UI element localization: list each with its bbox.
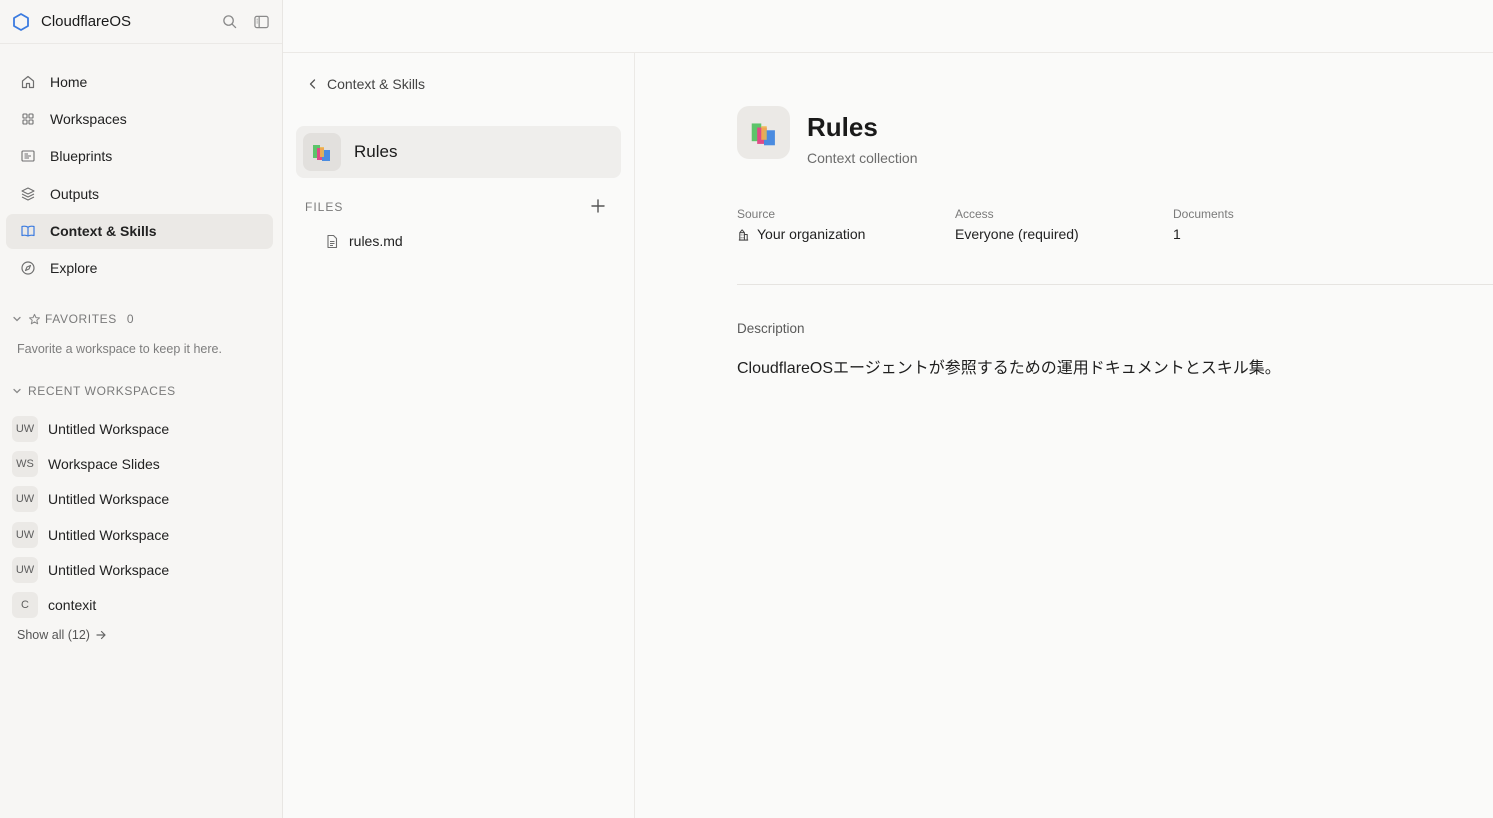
workspace-avatar: UW — [12, 486, 38, 513]
favorites-title: FAVORITES — [45, 312, 117, 326]
workspace-name: Untitled Workspace — [48, 526, 170, 543]
blueprint-icon — [20, 148, 36, 164]
arrow-right-icon — [95, 629, 107, 641]
recent-workspace-item[interactable]: UW Untitled Workspace — [12, 517, 272, 552]
home-icon — [20, 74, 36, 90]
nav-label: Outputs — [50, 185, 100, 202]
sidebar-toggle-icon[interactable] — [250, 11, 272, 33]
recent-workspace-item[interactable]: UW Untitled Workspace — [12, 482, 272, 517]
recent-workspaces-title: RECENT WORKSPACES — [28, 384, 176, 398]
nav-label: Home — [50, 73, 88, 90]
files-section-title: FILES — [305, 200, 344, 214]
search-icon[interactable] — [218, 11, 240, 33]
workspace-name: Untitled Workspace — [48, 420, 170, 437]
workspace-name: Workspace Slides — [48, 455, 160, 472]
nav-item-home[interactable]: Home — [6, 64, 273, 99]
nav-item-context-skills[interactable]: Context & Skills — [6, 213, 273, 249]
recent-workspace-item[interactable]: UW Untitled Workspace — [12, 411, 272, 446]
recent-workspaces-header[interactable]: RECENT WORKSPACES — [12, 384, 176, 398]
chevron-down-icon — [12, 386, 22, 396]
sidebar: CloudflareOS Home Workspaces Blueprints … — [0, 0, 283, 818]
divider — [737, 284, 1493, 285]
building-icon — [737, 228, 750, 241]
workspace-name: contexit — [48, 597, 97, 614]
workspace-name: Untitled Workspace — [48, 491, 170, 508]
meta-documents: Documents 1 — [1173, 207, 1234, 242]
recent-workspace-item[interactable]: WS Workspace Slides — [12, 446, 272, 481]
collection-card[interactable]: Rules — [296, 126, 621, 178]
meta-source: Source Your organization — [737, 207, 865, 242]
collection-books-icon — [737, 106, 790, 159]
back-link-label: Context & Skills — [327, 76, 426, 92]
collection-panel: Context & Skills Rules FILES rules.md — [283, 53, 635, 818]
nav-label: Workspaces — [50, 110, 127, 127]
workspace-avatar: WS — [12, 450, 38, 477]
app-title: CloudflareOS — [41, 13, 132, 30]
recent-workspace-item[interactable]: UW Untitled Workspace — [12, 552, 272, 587]
meta-label: Access — [955, 207, 994, 221]
collection-detail: Rules Context collection Source Your org… — [635, 53, 1493, 818]
layers-icon — [20, 186, 36, 202]
books-icon — [303, 133, 341, 171]
recent-workspace-item[interactable]: C contexit — [12, 587, 272, 622]
page-title: Rules — [807, 112, 878, 142]
show-all-link[interactable]: Show all (12) — [17, 628, 107, 642]
nav-item-outputs[interactable]: Outputs — [6, 176, 273, 211]
workspace-avatar: UW — [12, 521, 38, 548]
show-all-label: Show all (12) — [17, 628, 90, 642]
nav-item-workspaces[interactable]: Workspaces — [6, 101, 273, 136]
back-link[interactable]: Context & Skills — [307, 76, 425, 92]
nav-item-blueprints[interactable]: Blueprints — [6, 139, 273, 174]
nav-item-explore[interactable]: Explore — [6, 251, 273, 286]
documents-value: 1 — [1173, 226, 1181, 242]
source-value: Your organization — [757, 226, 866, 242]
nav-label: Blueprints — [50, 148, 113, 165]
chevron-left-icon — [307, 78, 319, 90]
file-item[interactable]: rules.md — [325, 233, 403, 249]
chevron-down-icon — [12, 314, 22, 324]
workspace-avatar: UW — [12, 556, 38, 583]
nav-label: Context & Skills — [50, 223, 157, 240]
book-icon — [20, 223, 36, 239]
favorites-count: 0 — [126, 312, 135, 326]
meta-label: Documents — [1173, 207, 1234, 221]
description-text: CloudflareOSエージェントが参照するための運用ドキュメントとスキル集。 — [737, 360, 1281, 377]
workspace-name: Untitled Workspace — [48, 561, 170, 578]
collection-name: Rules — [354, 142, 398, 161]
description-label: Description — [737, 321, 805, 336]
favorites-header[interactable]: FAVORITES 0 — [12, 312, 134, 326]
plus-icon — [591, 199, 605, 213]
meta-value: Your organization — [737, 226, 865, 242]
meta-access: Access Everyone (required) — [955, 207, 1079, 242]
sidebar-header: CloudflareOS — [0, 0, 282, 44]
main-nav: Home Workspaces Blueprints Outputs Conte… — [6, 64, 273, 288]
grid-icon — [20, 111, 36, 127]
recent-workspaces-list: UW Untitled Workspace WS Workspace Slide… — [12, 411, 272, 623]
workspace-avatar: C — [12, 592, 38, 619]
compass-icon — [20, 260, 36, 276]
top-bar — [283, 0, 1493, 53]
access-value: Everyone (required) — [955, 226, 1079, 242]
cloudflareos-logo-icon — [11, 12, 31, 32]
page-subtitle: Context collection — [807, 150, 918, 166]
add-file-button[interactable] — [589, 197, 607, 215]
workspace-avatar: UW — [12, 415, 38, 442]
nav-label: Explore — [50, 260, 98, 277]
favorites-empty-text: Favorite a workspace to keep it here. — [17, 342, 222, 356]
star-icon — [28, 313, 41, 326]
file-name: rules.md — [349, 233, 403, 249]
file-icon — [325, 234, 339, 249]
meta-label: Source — [737, 207, 776, 221]
